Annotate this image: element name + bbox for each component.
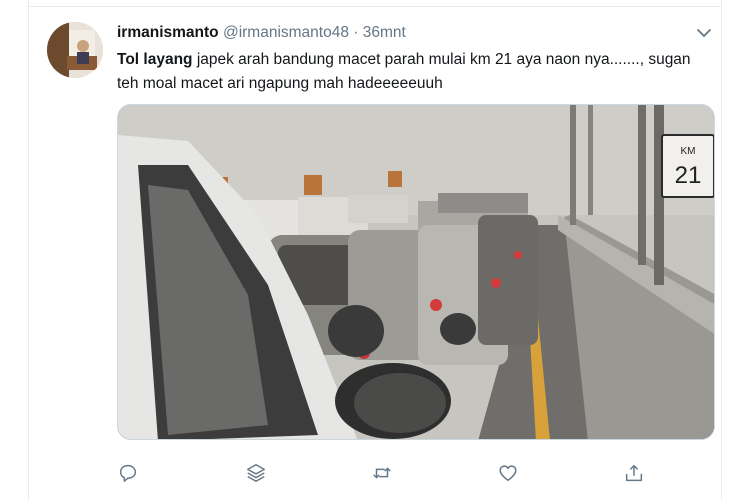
- tweet-text-body: japek arah bandung macet parah mulai km …: [117, 51, 691, 92]
- layers-icon[interactable]: [245, 462, 267, 484]
- divider: [29, 6, 721, 7]
- author-name[interactable]: irmanismanto: [117, 24, 219, 41]
- like-icon[interactable]: [497, 462, 519, 484]
- avatar[interactable]: [47, 22, 103, 78]
- tweet-card[interactable]: irmanismanto @irmanismanto48 · 36mnt Tol…: [28, 0, 722, 500]
- retweet-icon[interactable]: [371, 462, 393, 484]
- km-sign-line1: KM: [681, 146, 696, 157]
- km-sign-line2: 21: [675, 162, 702, 189]
- tweet-header: irmanismanto @irmanismanto48 · 36mnt: [117, 24, 406, 42]
- chevron-down-icon[interactable]: [695, 24, 713, 42]
- tweet-actions: [117, 462, 657, 486]
- reply-icon[interactable]: [117, 462, 139, 484]
- separator-dot: ·: [353, 24, 359, 41]
- tweet-text-bold: Tol layang: [117, 51, 193, 68]
- tweet-image[interactable]: KM 21: [117, 104, 715, 440]
- tweet-text: Tol layang japek arah bandung macet para…: [117, 48, 707, 96]
- share-icon[interactable]: [623, 462, 645, 484]
- tweet-time[interactable]: 36mnt: [363, 24, 406, 41]
- author-handle[interactable]: @irmanismanto48: [223, 24, 349, 41]
